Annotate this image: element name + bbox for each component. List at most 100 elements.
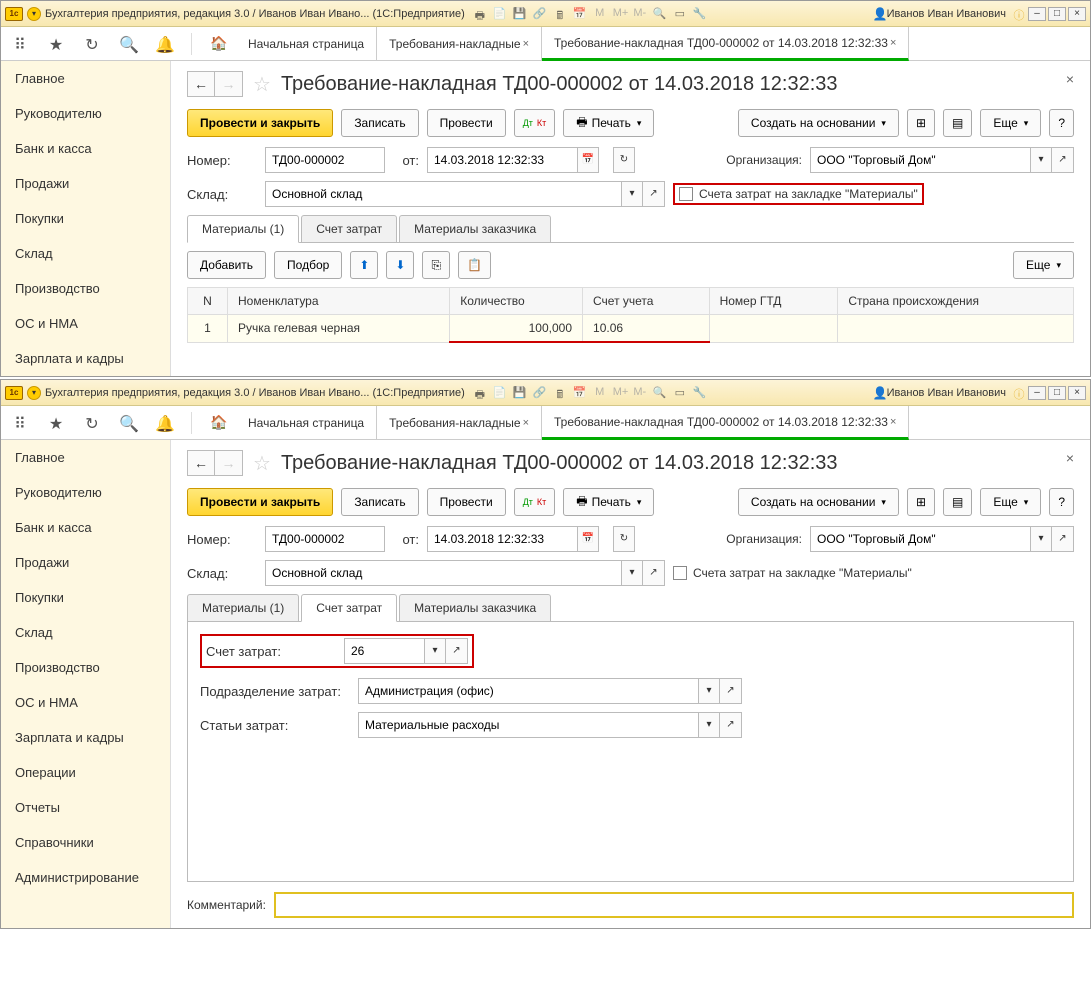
help-button[interactable]: ? bbox=[1049, 109, 1074, 137]
calc-icon[interactable]: 🖩 bbox=[553, 386, 567, 400]
bell-icon[interactable]: 🔔 bbox=[155, 35, 173, 53]
more-button[interactable]: Еще▾ bbox=[980, 488, 1041, 516]
maximize-button[interactable]: □ bbox=[1048, 7, 1066, 21]
cell-acct[interactable]: 10.06 bbox=[583, 315, 710, 343]
sidebar-item-bank[interactable]: Банк и касса bbox=[1, 131, 170, 166]
tab-materials[interactable]: Материалы (1) bbox=[187, 215, 299, 243]
open-icon[interactable]: ↗ bbox=[643, 560, 665, 586]
col-qty[interactable]: Количество bbox=[450, 288, 583, 315]
forward-button[interactable]: → bbox=[215, 450, 243, 476]
user-name[interactable]: Иванов Иван Иванович bbox=[887, 8, 1006, 20]
pick-button[interactable]: Подбор bbox=[274, 251, 342, 279]
calendar-picker-icon[interactable]: 📅 bbox=[577, 147, 599, 173]
cell-gtd[interactable] bbox=[709, 315, 838, 343]
apps-icon[interactable]: ⠿ bbox=[11, 414, 29, 432]
search-icon[interactable]: 🔍 bbox=[119, 414, 137, 432]
post-and-close-button[interactable]: Провести и закрыть bbox=[187, 109, 333, 137]
tab-document[interactable]: Требование-накладная ТД00-000002 от 14.0… bbox=[542, 27, 909, 61]
doc-icon[interactable]: 📄 bbox=[493, 386, 507, 400]
report-button[interactable]: ▤ bbox=[943, 109, 972, 137]
create-based-button[interactable]: Создать на основании▾ bbox=[738, 109, 899, 137]
home-icon[interactable]: 🏠 bbox=[210, 414, 230, 431]
help-button[interactable]: ? bbox=[1049, 488, 1074, 516]
close-tab-icon[interactable]: × bbox=[890, 416, 896, 428]
cost-acct-input[interactable] bbox=[344, 638, 424, 664]
star-icon[interactable]: ★ bbox=[47, 35, 65, 53]
sidebar-item-manager[interactable]: Руководителю bbox=[1, 96, 170, 131]
sidebar-item-warehouse[interactable]: Склад bbox=[1, 615, 170, 650]
refresh-icon[interactable]: ↻ bbox=[613, 526, 635, 552]
user-name[interactable]: Иванов Иван Иванович bbox=[887, 387, 1006, 399]
post-button[interactable]: Провести bbox=[427, 488, 506, 516]
back-button[interactable]: ← bbox=[187, 450, 215, 476]
col-gtd[interactable]: Номер ГТД bbox=[709, 288, 838, 315]
report-button[interactable]: ▤ bbox=[943, 488, 972, 516]
apps-icon[interactable]: ⠿ bbox=[11, 35, 29, 53]
minimize-button[interactable]: – bbox=[1028, 386, 1046, 400]
dropdown-icon[interactable]: ▾ bbox=[698, 678, 720, 704]
save-button[interactable]: Записать bbox=[341, 109, 418, 137]
sidebar-item-admin[interactable]: Администрирование bbox=[1, 860, 170, 895]
print-button[interactable]: 🖶Печать▾ bbox=[563, 488, 654, 516]
cell-qty[interactable]: 100,000 bbox=[450, 315, 583, 343]
tab-customer-materials[interactable]: Материалы заказчика bbox=[399, 215, 551, 242]
zoom-icon[interactable]: 🔍 bbox=[653, 7, 667, 21]
zoom-icon[interactable]: 🔍 bbox=[653, 386, 667, 400]
post-and-close-button[interactable]: Провести и закрыть bbox=[187, 488, 333, 516]
sidebar-item-bank[interactable]: Банк и касса bbox=[1, 510, 170, 545]
dropdown-icon[interactable]: ▾ bbox=[1030, 147, 1052, 173]
date-input[interactable] bbox=[427, 526, 577, 552]
dropdown-icon[interactable]: ▾ bbox=[621, 181, 643, 207]
sidebar-item-payroll[interactable]: Зарплата и кадры bbox=[1, 720, 170, 755]
save-button[interactable]: Записать bbox=[341, 488, 418, 516]
dropdown-icon[interactable]: ▾ bbox=[698, 712, 720, 738]
sidebar-item-sales[interactable]: Продажи bbox=[1, 545, 170, 580]
calendar-icon[interactable]: 📅 bbox=[573, 386, 587, 400]
m-plus-icon[interactable]: M+ bbox=[613, 386, 627, 400]
cost-dept-input[interactable] bbox=[358, 678, 698, 704]
sidebar-item-payroll[interactable]: Зарплата и кадры bbox=[1, 341, 170, 376]
search-icon[interactable]: 🔍 bbox=[119, 35, 137, 53]
structure-button[interactable]: ⊞ bbox=[907, 488, 935, 516]
dropdown-icon[interactable]: ▾ bbox=[1030, 526, 1052, 552]
number-input[interactable] bbox=[265, 526, 385, 552]
tab-home[interactable]: Начальная страница bbox=[236, 27, 377, 61]
sidebar-item-production[interactable]: Производство bbox=[1, 271, 170, 306]
dropdown-icon[interactable]: ▾ bbox=[424, 638, 446, 664]
open-icon[interactable]: ↗ bbox=[720, 712, 742, 738]
col-n[interactable]: N bbox=[188, 288, 228, 315]
link-icon[interactable]: 🔗 bbox=[533, 386, 547, 400]
bell-icon[interactable]: 🔔 bbox=[155, 414, 173, 432]
back-button[interactable]: ← bbox=[187, 71, 215, 97]
refresh-icon[interactable]: ↻ bbox=[613, 147, 635, 173]
print-icon[interactable]: 🖶 bbox=[473, 386, 487, 400]
table-row[interactable]: 1 Ручка гелевая черная 100,000 10.06 bbox=[188, 315, 1074, 343]
paste-button[interactable]: 📋 bbox=[458, 251, 491, 279]
sidebar-item-operations[interactable]: Операции bbox=[1, 755, 170, 790]
sidebar-item-reports[interactable]: Отчеты bbox=[1, 790, 170, 825]
close-tab-icon[interactable]: × bbox=[890, 37, 896, 49]
warehouse-input[interactable] bbox=[265, 560, 621, 586]
comment-input[interactable] bbox=[274, 892, 1074, 918]
info-icon[interactable]: ⓘ bbox=[1012, 386, 1026, 400]
sidebar-item-purchases[interactable]: Покупки bbox=[1, 201, 170, 236]
sidebar-item-sales[interactable]: Продажи bbox=[1, 166, 170, 201]
m-icon[interactable]: M bbox=[593, 7, 607, 21]
number-input[interactable] bbox=[265, 147, 385, 173]
maximize-button[interactable]: □ bbox=[1048, 386, 1066, 400]
tab-home[interactable]: Начальная страница bbox=[236, 406, 377, 440]
tab-cost[interactable]: Счет затрат bbox=[301, 215, 397, 242]
dropdown-icon[interactable]: ▾ bbox=[27, 7, 41, 21]
dropdown-icon[interactable]: ▾ bbox=[27, 386, 41, 400]
close-button[interactable]: × bbox=[1068, 386, 1086, 400]
table-more-button[interactable]: Еще▾ bbox=[1013, 251, 1074, 279]
calendar-picker-icon[interactable]: 📅 bbox=[577, 526, 599, 552]
warehouse-input[interactable] bbox=[265, 181, 621, 207]
sidebar-item-catalogs[interactable]: Справочники bbox=[1, 825, 170, 860]
org-input[interactable] bbox=[810, 147, 1030, 173]
close-page-icon[interactable]: × bbox=[1066, 450, 1074, 466]
tab-requisitions[interactable]: Требования-накладные× bbox=[377, 406, 542, 440]
m-icon[interactable]: M bbox=[593, 386, 607, 400]
close-tab-icon[interactable]: × bbox=[523, 417, 529, 429]
wrench-icon[interactable]: 🔧 bbox=[693, 7, 707, 21]
